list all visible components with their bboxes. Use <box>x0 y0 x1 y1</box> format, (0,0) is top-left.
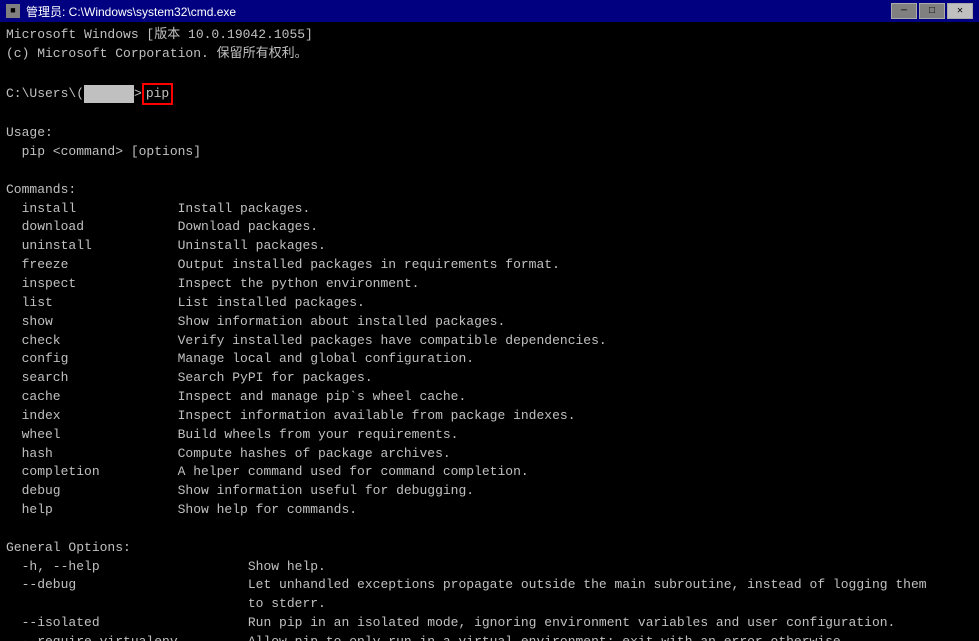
maximize-button[interactable]: □ <box>919 3 945 19</box>
minimize-button[interactable]: ─ <box>891 3 917 19</box>
line-blank1 <box>6 64 973 83</box>
line-blank2 <box>6 105 973 124</box>
command-row: freeze Output installed packages in requ… <box>6 256 973 275</box>
option-row: -h, --help Show help. <box>6 558 973 577</box>
command-row: show Show information about installed pa… <box>6 313 973 332</box>
prompt-command: pip <box>146 85 169 104</box>
option-row: to stderr. <box>6 595 973 614</box>
command-row: download Download packages. <box>6 218 973 237</box>
command-row: install Install packages. <box>6 200 973 219</box>
close-button[interactable]: ✕ <box>947 3 973 19</box>
options-list: -h, --help Show help. --debug Let unhand… <box>6 558 973 641</box>
commands-list: install Install packages. download Downl… <box>6 200 973 520</box>
command-row: list List installed packages. <box>6 294 973 313</box>
commands-header: Commands: <box>6 181 973 200</box>
option-row: --debug Let unhandled exceptions propaga… <box>6 576 973 595</box>
title-bar: ■ 管理员: C:\Windows\system32\cmd.exe ─ □ ✕ <box>0 0 979 22</box>
command-row: cache Inspect and manage pip`s wheel cac… <box>6 388 973 407</box>
command-row: debug Show information useful for debugg… <box>6 482 973 501</box>
command-row: help Show help for commands. <box>6 501 973 520</box>
usage-cmd: pip <command> [options] <box>6 143 973 162</box>
command-row: inspect Inspect the python environment. <box>6 275 973 294</box>
line-blank3 <box>6 162 973 181</box>
command-row: config Manage local and global configura… <box>6 350 973 369</box>
line-copyright: (c) Microsoft Corporation. 保留所有权利。 <box>6 45 973 64</box>
command-row: uninstall Uninstall packages. <box>6 237 973 256</box>
command-row: wheel Build wheels from your requirement… <box>6 426 973 445</box>
usage-label: Usage: <box>6 124 973 143</box>
option-row: --require-virtualenv Allow pip to only r… <box>6 633 973 641</box>
terminal: Microsoft Windows [版本 10.0.19042.1055] (… <box>0 22 979 641</box>
command-row: check Verify installed packages have com… <box>6 332 973 351</box>
title-bar-icon: ■ <box>6 4 20 18</box>
prompt-line: C:\Users\( > pip <box>6 83 973 106</box>
prompt-prefix: C:\Users\( <box>6 85 84 104</box>
title-bar-text: 管理员: C:\Windows\system32\cmd.exe <box>26 3 236 20</box>
line-blank4 <box>6 520 973 539</box>
prompt-box: pip <box>142 83 173 106</box>
general-options-header: General Options: <box>6 539 973 558</box>
command-row: index Inspect information available from… <box>6 407 973 426</box>
command-row: hash Compute hashes of package archives. <box>6 445 973 464</box>
prompt-redacted <box>84 85 134 104</box>
option-row: --isolated Run pip in an isolated mode, … <box>6 614 973 633</box>
command-row: completion A helper command used for com… <box>6 463 973 482</box>
prompt-suffix: > <box>134 85 142 104</box>
line-winver: Microsoft Windows [版本 10.0.19042.1055] <box>6 26 973 45</box>
command-row: search Search PyPI for packages. <box>6 369 973 388</box>
